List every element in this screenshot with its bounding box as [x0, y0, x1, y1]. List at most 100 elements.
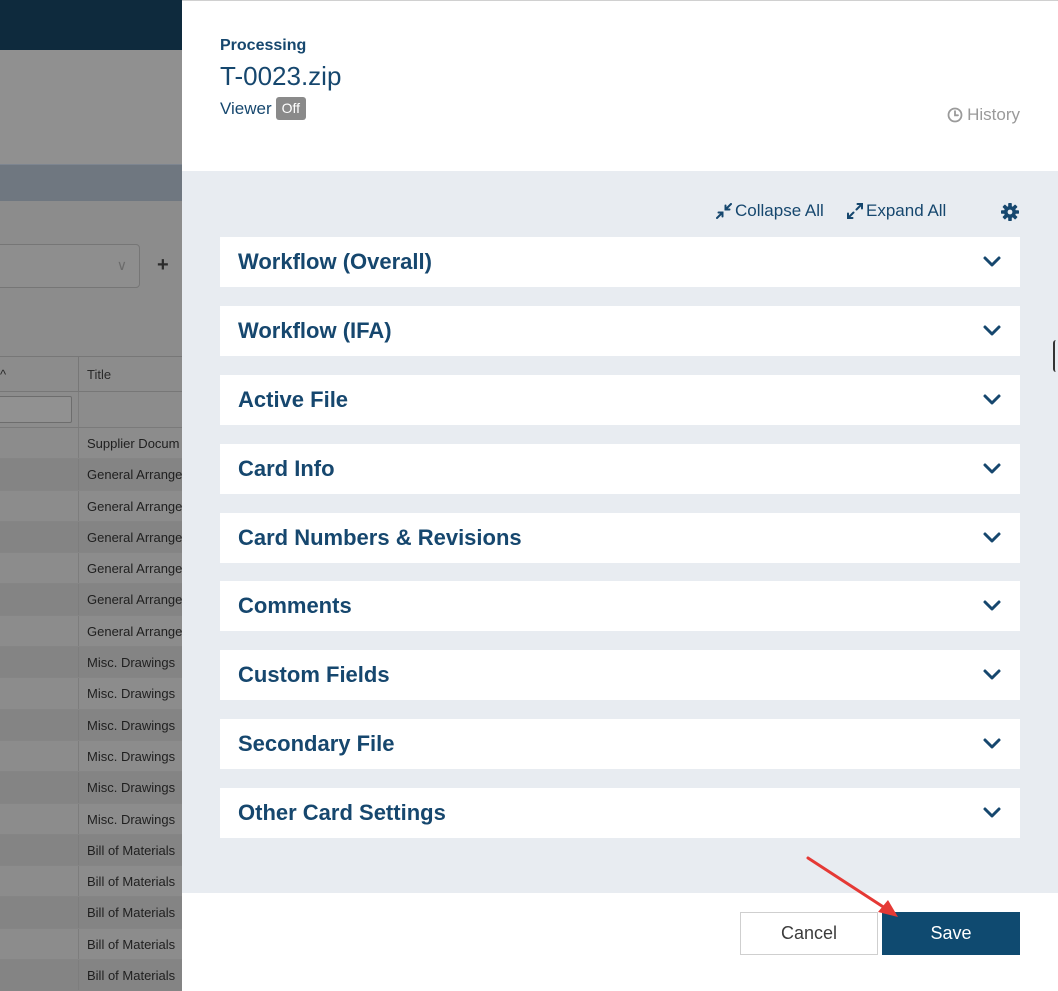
section-title: Other Card Settings [238, 800, 446, 826]
gear-icon[interactable] [1000, 202, 1020, 227]
accordion-section[interactable]: Active File [220, 374, 1020, 425]
table-row: General Arrange [0, 459, 182, 491]
table-row: Misc. Drawings [0, 740, 182, 773]
accordion-section[interactable]: Secondary File [220, 719, 1020, 770]
section-title: Active File [238, 386, 349, 412]
table-row: Misc. Drawings [0, 709, 182, 741]
save-button[interactable]: Save [882, 912, 1020, 955]
viewer-label: Viewer [220, 98, 272, 118]
table-row: Supplier Docum [0, 428, 182, 460]
status-label: Processing [220, 37, 307, 54]
cancel-button[interactable]: Cancel [740, 912, 878, 955]
table-row: Misc. Drawings [0, 678, 182, 710]
filter-row [0, 392, 182, 428]
column-divider [78, 392, 79, 427]
accordion-section[interactable]: Comments [220, 581, 1020, 632]
chevron-down-icon[interactable] [982, 668, 1002, 682]
expand-icon [847, 203, 863, 219]
table-row: General Arrange [0, 553, 182, 585]
collapse-all-button[interactable]: Collapse All [716, 201, 824, 221]
table-row: Bill of Materials [0, 960, 182, 991]
table-body: Supplier Docum General Arrange General Arr… [0, 428, 182, 991]
chevron-down-icon[interactable] [982, 737, 1002, 751]
accordion-section[interactable]: Custom Fields [220, 650, 1020, 701]
table-cell-title: General Arrange [78, 615, 182, 647]
background-table: ^ Title Supplier Docum General Arrange Gen… [0, 356, 182, 991]
table-cell-title: Misc. Drawings [78, 709, 175, 740]
add-icon: + [157, 254, 169, 276]
table-row: Misc. Drawings [0, 772, 182, 804]
history-label: History [967, 105, 1020, 124]
table-row: Misc. Drawings [0, 647, 182, 679]
chevron-down-icon[interactable] [982, 599, 1002, 613]
table-cell-title: General Arrange [78, 584, 182, 615]
table-row: Misc. Drawings [0, 803, 182, 835]
chevron-down-icon[interactable] [982, 255, 1002, 269]
table-cell-title: Misc. Drawings [78, 772, 175, 803]
accordion-section[interactable]: Other Card Settings [220, 788, 1020, 839]
background-top-bar [0, 0, 182, 50]
table-row: Bill of Materials [0, 834, 182, 867]
accordion-sections: Workflow (Overall) Workflow (IFA) Active F… [220, 237, 1020, 857]
table-cell-title: General Arrange [78, 459, 182, 490]
accordion-section[interactable]: Workflow (Overall) [220, 237, 1020, 287]
table-row: Bill of Materials [0, 928, 182, 961]
table-cell-title: Supplier Docum [78, 428, 180, 459]
accordion-section[interactable]: Card Numbers & Revisions [220, 512, 1020, 563]
section-title: Comments [238, 593, 352, 619]
table-cell-title: Misc. Drawings [78, 678, 175, 709]
panel-footer: Cancel Save [182, 893, 1058, 991]
table-row: General Arrange [0, 490, 182, 522]
section-title: Secondary File [238, 731, 395, 757]
section-title: Card Numbers & Revisions [238, 524, 522, 550]
column-header-title: Title [78, 357, 111, 391]
accordion-section[interactable]: Card Info [220, 443, 1020, 494]
table-row: Bill of Materials [0, 897, 182, 929]
table-cell-title: Bill of Materials [78, 866, 175, 897]
edge-marker [1053, 340, 1056, 372]
table-cell-title: Bill of Materials [78, 928, 175, 960]
table-cell-title: Bill of Materials [78, 897, 175, 928]
background-band [0, 164, 182, 201]
chevron-down-icon[interactable] [982, 324, 1002, 338]
clock-icon [947, 107, 963, 123]
expand-all-label: Expand All [866, 201, 947, 220]
table-cell-title: Misc. Drawings [78, 740, 175, 772]
compress-icon [716, 203, 732, 219]
expand-all-button[interactable]: Expand All [847, 201, 946, 221]
section-title: Workflow (Overall) [238, 249, 432, 274]
history-link[interactable]: History [947, 105, 1020, 125]
panel-toolbar: Collapse All Expand All [182, 201, 1058, 225]
panel-body: Collapse All Expand All Workflow (Overal… [182, 171, 1058, 893]
chevron-down-icon[interactable] [982, 531, 1002, 545]
background-app: ∨ + ^ Title Supplier Docum General Arrang… [0, 0, 182, 991]
table-row: Bill of Materials [0, 866, 182, 898]
collapse-all-label: Collapse All [735, 201, 824, 220]
table-cell-title: General Arrange [78, 521, 182, 553]
viewer-toggle-row: Viewer Off [220, 97, 307, 120]
table-row: General Arrange [0, 521, 182, 554]
chevron-down-icon[interactable] [982, 393, 1002, 407]
section-title: Custom Fields [238, 662, 390, 688]
background-area [0, 50, 182, 164]
table-cell-title: Bill of Materials [78, 834, 175, 866]
table-header: ^ Title [0, 356, 182, 392]
table-row: General Arrange [0, 584, 182, 616]
viewer-toggle[interactable]: Off [275, 97, 307, 120]
table-cell-title: Misc. Drawings [78, 647, 175, 678]
accordion-section[interactable]: Workflow (IFA) [220, 305, 1020, 356]
table-cell-title: Bill of Materials [78, 960, 175, 991]
section-title: Card Info [238, 455, 335, 481]
table-cell-title: General Arrange [78, 490, 182, 521]
sort-icon: ^ [0, 367, 7, 382]
table-row: General Arrange [0, 615, 182, 648]
chevron-down-icon[interactable] [982, 462, 1002, 476]
chevron-down-icon: ∨ [116, 257, 127, 273]
filter-input [0, 396, 72, 423]
background-dropdown: ∨ [0, 244, 140, 288]
panel-header: Processing T-0023.zip Viewer Off History [182, 1, 1058, 171]
table-cell-title: General Arrange [78, 553, 182, 584]
section-title: Workflow (IFA) [238, 317, 392, 343]
chevron-down-icon[interactable] [982, 806, 1002, 820]
file-title: T-0023.zip [220, 61, 342, 91]
